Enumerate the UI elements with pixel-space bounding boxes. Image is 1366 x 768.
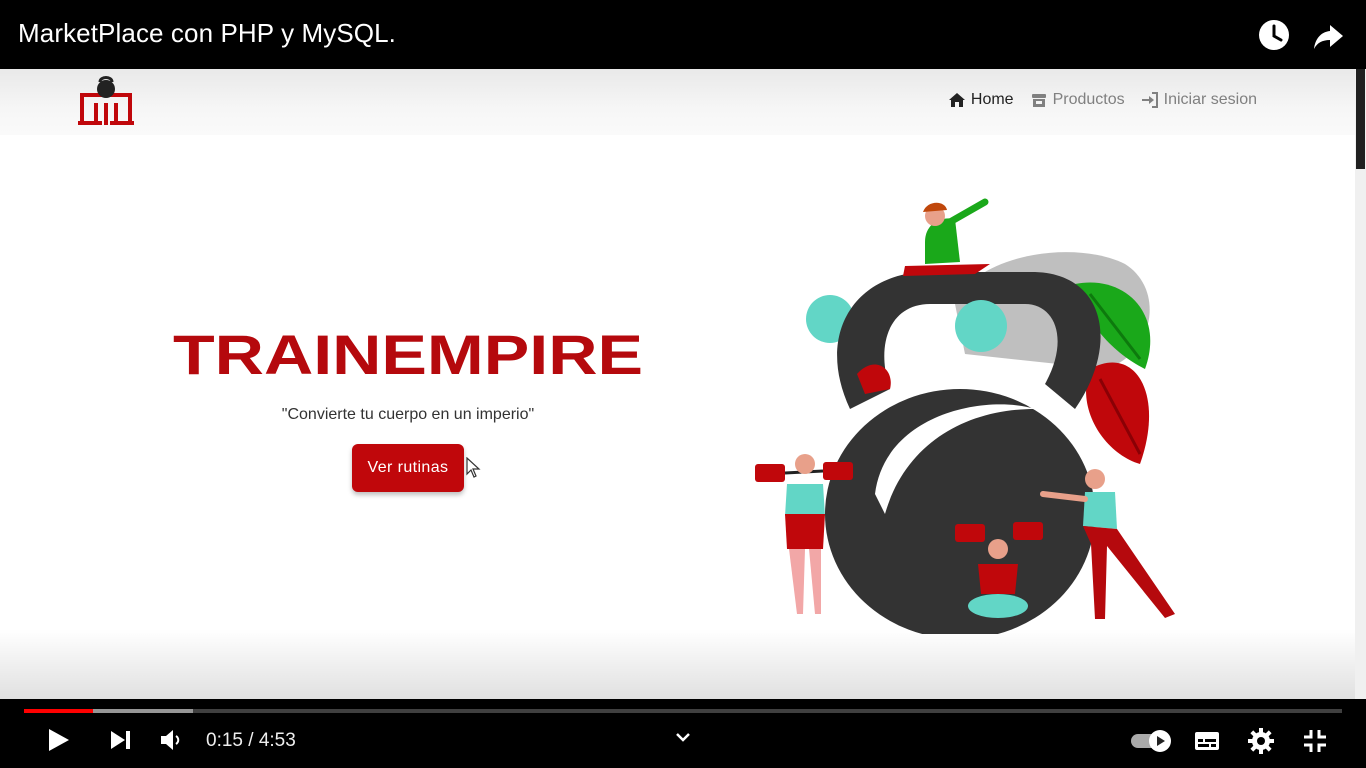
nav-login[interactable]: Iniciar sesion	[1141, 91, 1257, 109]
brand-wordmark-text: TRAINEMPIRE	[173, 324, 643, 384]
trainempire-logo[interactable]	[78, 75, 134, 127]
scrollbar-thumb[interactable]	[1356, 69, 1365, 169]
captions-icon[interactable]	[1194, 730, 1220, 752]
nav-products[interactable]: Productos	[1030, 91, 1125, 109]
progress-bar[interactable]	[24, 709, 1342, 713]
mouse-cursor-icon	[466, 457, 481, 478]
player-controls: 0:15 / 4:53	[0, 699, 1366, 768]
home-icon	[948, 93, 965, 107]
hero-tagline: "Convierte tu cuerpo en un imperio"	[281, 406, 535, 423]
nav-products-label: Productos	[1052, 91, 1125, 108]
watch-later-icon[interactable]	[1255, 16, 1293, 54]
site-navbar: Home Productos Iniciar sesion	[0, 69, 1355, 135]
nav-home[interactable]: Home	[948, 91, 1014, 109]
sign-in-icon	[1141, 92, 1158, 108]
brand-wordmark: TRAINEMPIRE	[173, 324, 643, 384]
video-frame[interactable]: Home Productos Iniciar sesion TRAINEMPIR…	[0, 69, 1366, 699]
next-icon[interactable]	[108, 728, 132, 752]
played-bar	[24, 709, 93, 713]
settings-icon[interactable]	[1248, 728, 1274, 754]
kettlebell-illustration	[755, 198, 1175, 634]
autoplay-toggle-icon[interactable]	[1130, 729, 1174, 753]
store-icon	[1031, 94, 1046, 107]
duration: 4:53	[258, 730, 296, 751]
page-scrollbar[interactable]	[1355, 69, 1366, 699]
chevron-down-icon[interactable]	[675, 731, 691, 743]
current-time: 0:15	[206, 730, 243, 751]
video-title[interactable]: MarketPlace con PHP y MySQL.	[18, 18, 396, 49]
play-icon[interactable]	[44, 726, 72, 754]
nav-home-label: Home	[970, 91, 1014, 108]
time-separator: /	[248, 730, 254, 751]
exit-fullscreen-icon[interactable]	[1303, 729, 1327, 753]
ver-rutinas-button[interactable]: Ver rutinas	[352, 444, 464, 492]
controls-gradient	[0, 629, 1355, 699]
time-display: 0:15 / 4:53	[206, 730, 296, 752]
share-icon[interactable]	[1310, 16, 1348, 54]
nav-links: Home Productos Iniciar sesion	[948, 91, 1257, 109]
nav-login-label: Iniciar sesion	[1163, 91, 1257, 108]
video-title-bar: MarketPlace con PHP y MySQL.	[0, 0, 1366, 69]
volume-icon[interactable]	[158, 728, 184, 752]
